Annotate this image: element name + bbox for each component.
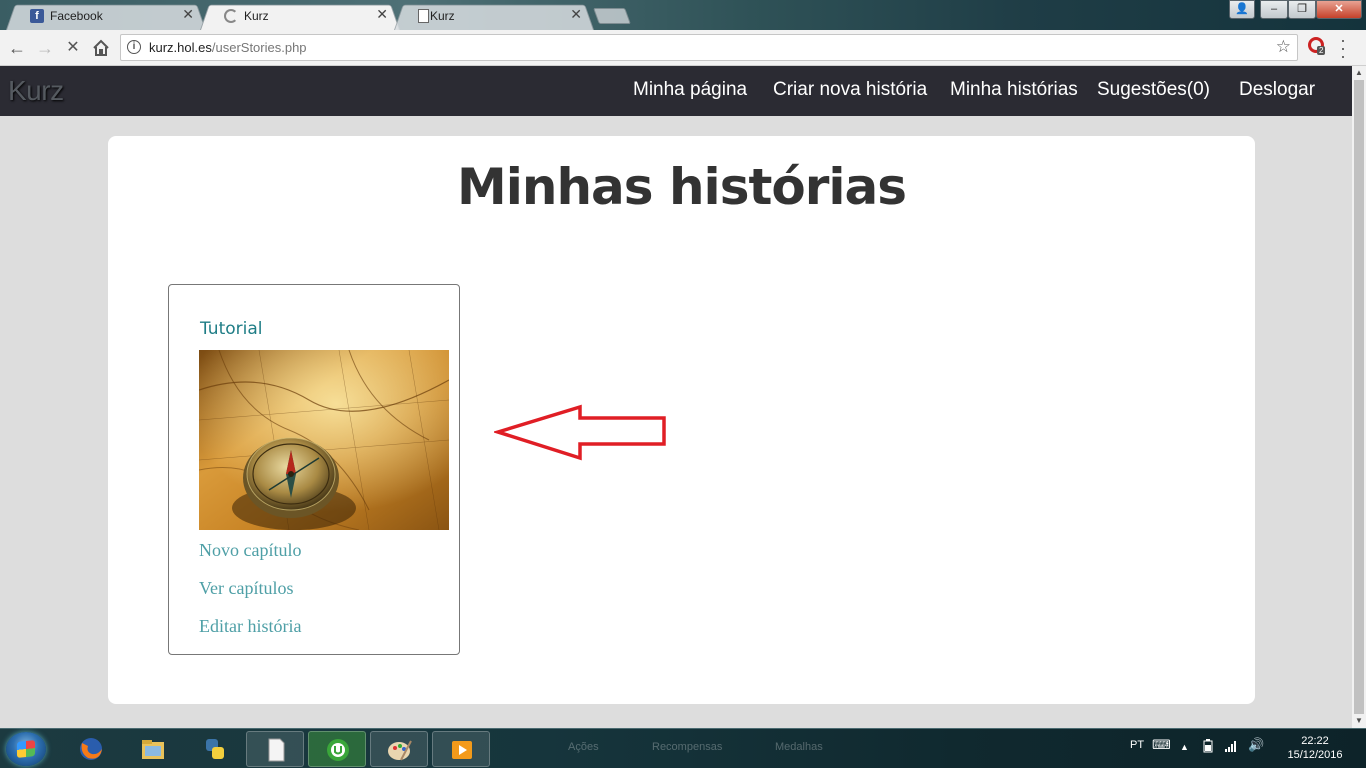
nav-deslogar[interactable]: Deslogar	[1239, 79, 1315, 101]
opera-extension-icon[interactable]: 2	[1308, 37, 1328, 57]
start-button[interactable]	[6, 732, 46, 766]
browser-tab-strip: f Facebook ✕ Kurz ✕ Kurz ✕ 👤 – ❐ ✕	[0, 0, 1366, 30]
tab-facebook[interactable]: f Facebook ✕	[6, 2, 206, 30]
clock-time: 22:22	[1301, 735, 1329, 747]
network-signal-icon[interactable]	[1224, 739, 1238, 756]
back-arrow-icon[interactable]: ←	[6, 37, 28, 59]
ghost-label: Medalhas	[775, 741, 823, 753]
scroll-up-icon[interactable]: ▲	[1355, 68, 1363, 77]
facebook-icon: f	[30, 9, 44, 23]
forward-arrow-icon[interactable]: →	[34, 37, 56, 59]
tab-title: Kurz	[430, 9, 455, 23]
nav-minha-pagina[interactable]: Minha página	[633, 79, 747, 101]
edit-story-link[interactable]: Editar história	[199, 616, 301, 637]
user-profile-button[interactable]: 👤	[1229, 0, 1255, 19]
close-window-button[interactable]: ✕	[1316, 0, 1362, 19]
ghost-label: Recompensas	[652, 741, 723, 753]
url-text[interactable]: kurz.hol.es/userStories.php	[149, 40, 307, 55]
address-bar[interactable]: i kurz.hol.es/userStories.php ☆	[120, 34, 1298, 61]
scroll-down-icon[interactable]: ▼	[1355, 716, 1363, 725]
firefox-icon	[80, 738, 102, 760]
ghost-label: Ações	[568, 741, 599, 753]
taskbar-media-player[interactable]	[432, 731, 490, 767]
keyboard-icon[interactable]: ⌨	[1152, 737, 1171, 753]
page-scrollbar[interactable]: ▲ ▼	[1352, 66, 1366, 728]
taskbar-paint[interactable]	[370, 731, 428, 767]
story-title[interactable]: Tutorial	[200, 319, 263, 339]
stop-loading-icon[interactable]: ✕	[62, 37, 84, 59]
site-info-icon[interactable]: i	[127, 40, 141, 54]
browser-toolbar: ← → ✕ i kurz.hol.es/userStories.php ☆ 2 …	[0, 30, 1366, 66]
nav-sugestoes[interactable]: Sugestões(0)	[1097, 79, 1210, 101]
taskbar-python[interactable]	[186, 731, 244, 767]
new-chapter-link[interactable]: Novo capítulo	[199, 540, 301, 561]
tab-kurz-active[interactable]: Kurz ✕	[200, 2, 400, 30]
site-navbar: Kurz Minha página Criar nova história Mi…	[0, 66, 1352, 116]
page-title: Minhas histórias	[456, 158, 907, 216]
maximize-button[interactable]: ❐	[1288, 0, 1316, 19]
tab-close-icon[interactable]: ✕	[182, 6, 194, 23]
language-indicator[interactable]: PT	[1130, 739, 1144, 751]
site-logo[interactable]: Kurz	[8, 75, 64, 107]
bookmark-star-icon[interactable]: ☆	[1276, 37, 1291, 57]
story-card: Tutorial Novo capítulo Ver capítulos Edi…	[168, 284, 460, 655]
windows-logo-icon	[17, 740, 35, 758]
compass-on-map-image[interactable]	[199, 350, 449, 530]
volume-icon[interactable]: 🔊	[1248, 737, 1264, 753]
show-hidden-icons-icon[interactable]: ▲	[1180, 742, 1189, 752]
battery-icon[interactable]	[1203, 739, 1213, 756]
nav-minha-historias[interactable]: Minha histórias	[950, 79, 1078, 101]
paint-icon	[388, 740, 412, 761]
red-annotation-arrow	[494, 404, 666, 461]
scrollbar-thumb[interactable]	[1354, 80, 1364, 714]
taskbar-blank-document[interactable]	[246, 731, 304, 767]
new-tab-button[interactable]	[593, 8, 631, 24]
tab-close-icon[interactable]: ✕	[570, 6, 582, 23]
tab-kurz[interactable]: Kurz ✕	[394, 2, 594, 30]
loading-spinner-icon	[224, 9, 238, 23]
taskbar-firefox[interactable]	[62, 731, 120, 767]
blank-document-icon	[268, 738, 285, 762]
python-icon	[206, 739, 224, 759]
taskbar-file-explorer[interactable]	[124, 731, 182, 767]
view-chapters-link[interactable]: Ver capítulos	[199, 578, 293, 599]
home-icon[interactable]	[90, 37, 112, 59]
nav-criar-nova-historia[interactable]: Criar nova história	[773, 79, 927, 101]
taskbar-utorrent[interactable]	[308, 731, 366, 767]
tab-close-icon[interactable]: ✕	[376, 6, 388, 23]
utorrent-icon	[327, 739, 349, 761]
system-clock[interactable]: 22:22 15/12/2016	[1280, 734, 1350, 762]
content-panel: Minhas histórias Tutorial Novo capítulo …	[108, 136, 1255, 704]
page-icon	[418, 9, 429, 23]
tab-title: Kurz	[244, 9, 269, 23]
file-explorer-icon	[142, 740, 164, 759]
browser-menu-icon[interactable]: · · ·	[1340, 31, 1346, 65]
clock-date: 15/12/2016	[1287, 749, 1343, 761]
tab-title: Facebook	[50, 9, 103, 23]
media-player-icon	[452, 741, 472, 759]
minimize-button[interactable]: –	[1260, 0, 1288, 19]
windows-taskbar: Ações Recompensas Medalhas PT ⌨ ▲ 🔊 22:2…	[0, 728, 1366, 768]
